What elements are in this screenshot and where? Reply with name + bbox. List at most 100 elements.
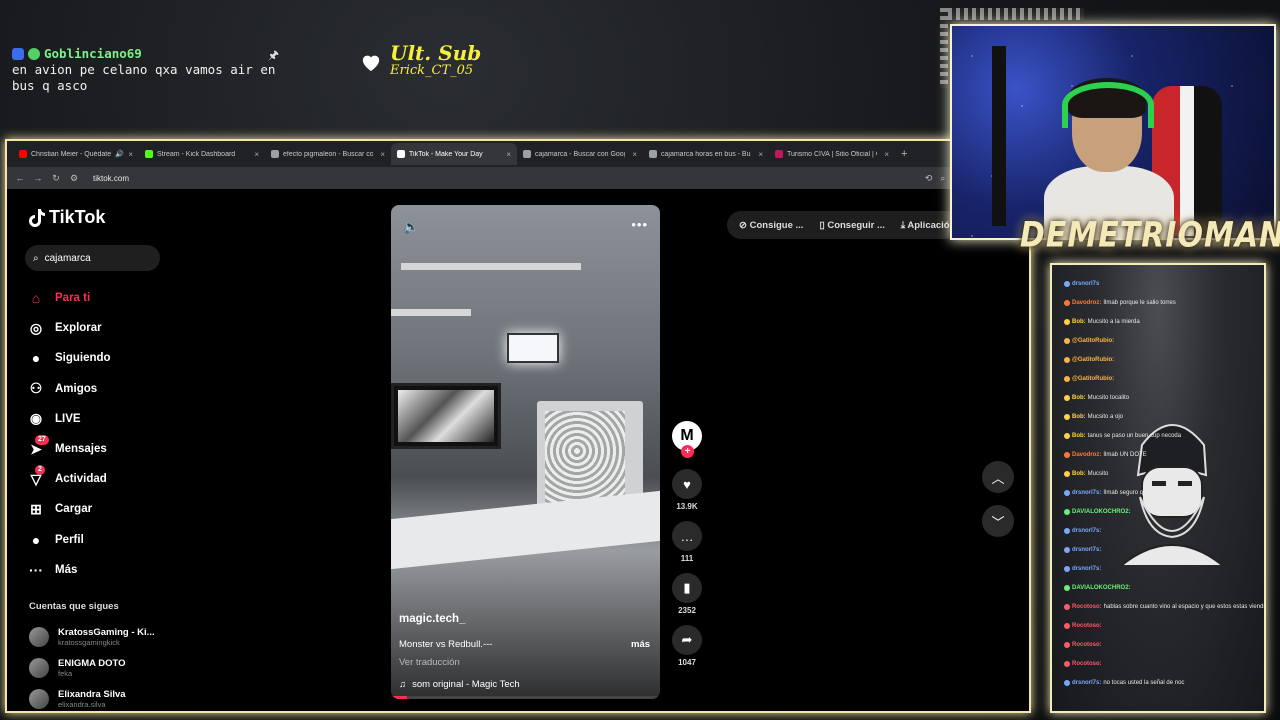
close-tab-icon[interactable]: ×	[758, 150, 763, 159]
new-tab-button[interactable]: +	[901, 148, 907, 160]
following-account[interactable]: Elixandra Silva elixandra.silva	[29, 683, 155, 711]
messages-icon: ➤ 27	[27, 435, 49, 458]
video-player[interactable]: 🔈 ••• magic.tech_ Monster vs Redbull.---…	[391, 205, 660, 699]
video-more-button[interactable]: más	[631, 639, 650, 650]
translate-link[interactable]: Ver traducción	[399, 657, 460, 668]
site-info-icon[interactable]: ⚙	[69, 173, 79, 184]
moderator-badge-icon	[12, 48, 24, 60]
tab-favicon-icon	[271, 150, 279, 158]
sidebar-item-amigos[interactable]: ⚇ Amigos	[27, 374, 111, 404]
account-name: Elixandra Silva	[58, 688, 126, 700]
chat-username: drsnorl7s:	[1072, 528, 1102, 534]
next-video-button[interactable]: ﹀	[982, 505, 1014, 537]
sidebar-item-para-ti[interactable]: ⌂ Para ti	[27, 283, 111, 313]
chat-username: Bob:	[1072, 395, 1086, 401]
follow-plus-icon[interactable]: +	[681, 445, 694, 458]
creator-avatar[interactable]: M +	[672, 421, 702, 458]
previous-video-button[interactable]: ︿	[982, 461, 1014, 493]
search-value: cajamarca	[44, 252, 91, 264]
browser-tab[interactable]: Turismo CIVA | Sitio Oficial | Co ×	[769, 143, 895, 165]
mute-icon[interactable]: 🔈	[403, 219, 419, 235]
like-button[interactable]: ♥ 13.9K	[672, 469, 702, 511]
get-app-button[interactable]: ▯ Conseguir ...	[819, 220, 884, 231]
close-tab-icon[interactable]: ×	[506, 150, 511, 159]
sidebar-item-mensajes[interactable]: ➤ 27 Mensajes	[27, 434, 111, 464]
video-description: Monster vs Redbull.---	[399, 639, 493, 650]
back-icon[interactable]: ←	[15, 173, 25, 183]
top-actions-bar: ⊘ Consigue ... ▯ Conseguir ... ⤓ Aplicac…	[727, 211, 968, 239]
get-coins-button[interactable]: ⊘ Consigue ...	[739, 220, 803, 231]
bearded-mascot-logo	[1121, 424, 1223, 565]
browser-tab[interactable]: Christian Meier - Quédate 🔊 ×	[13, 143, 139, 165]
translate-icon[interactable]: ⟲	[925, 173, 933, 184]
chat-text: Mucsito a ojo	[1087, 414, 1124, 420]
nav-glyph: ⊞	[30, 500, 42, 517]
close-tab-icon[interactable]: ×	[632, 150, 637, 159]
nav-glyph: ●	[31, 531, 41, 548]
browser-tab[interactable]: Stream - Kick Dashboard ×	[139, 143, 265, 165]
chat-username: @GatitoRubio:	[1072, 376, 1115, 382]
chat-username: @GatitoRubio:	[1072, 338, 1115, 344]
video-progress-bar[interactable]	[391, 696, 660, 699]
sidebar-item-label: Para ti	[55, 292, 91, 305]
chat-badge-icon	[1064, 376, 1070, 382]
chat-text: no tocas usted la señal de noc	[1103, 680, 1185, 686]
sidebar-item-siguiendo[interactable]: ● Siguiendo	[27, 343, 111, 373]
chat-badge-icon	[1064, 433, 1070, 439]
app-download-button[interactable]: ⤓ Aplicación	[901, 220, 956, 231]
sidebar-item-live[interactable]: ◉ LIVE	[27, 404, 111, 434]
video-sound[interactable]: ♫ som original - Magic Tech	[399, 679, 520, 690]
tab-title: TikTok - Make Your Day	[409, 150, 483, 158]
tiktok-logo[interactable]: TikTok	[29, 207, 105, 228]
close-tab-icon[interactable]: ×	[254, 150, 259, 159]
browser-tab[interactable]: TikTok - Make Your Day ×	[391, 143, 517, 165]
browser-tab[interactable]: cajamarca horas en bus - Busc ×	[643, 143, 769, 165]
last-sub-title: Ult. Sub	[390, 41, 482, 65]
nav-glyph: ⌂	[31, 290, 41, 307]
close-tab-icon[interactable]: ×	[380, 150, 385, 159]
chat-badge-icon	[1064, 661, 1070, 667]
sidebar-item-explorar[interactable]: ◎ Explorar	[27, 313, 111, 343]
chat-username: Bob:	[1072, 414, 1086, 420]
tab-favicon-icon	[775, 150, 783, 158]
sidebar-item-cargar[interactable]: ⊞ Cargar	[27, 494, 111, 524]
chevron-down-icon: ﹀	[991, 514, 1005, 530]
video-progress-fill	[391, 696, 408, 699]
mic-arm	[992, 46, 1006, 226]
chat-username: Bob:	[1072, 471, 1086, 477]
video-desk	[391, 490, 660, 570]
url-input[interactable]: tiktok.com	[93, 174, 129, 183]
tab-title: Turismo CIVA | Sitio Oficial | Co	[787, 150, 877, 158]
video-author[interactable]: magic.tech_	[399, 613, 465, 625]
reload-icon[interactable]: ↻	[51, 173, 61, 184]
video-shelf	[401, 263, 581, 270]
chat-username: Rocotoso:	[1072, 642, 1102, 648]
close-tab-icon[interactable]: ×	[884, 150, 889, 159]
following-account[interactable]: ENIGMA DOTO feka	[29, 652, 155, 683]
notification-badge: 27	[35, 435, 49, 446]
video-monitor	[391, 383, 501, 449]
save-button[interactable]: ▮ 2352	[672, 573, 702, 615]
nav-glyph: ◉	[29, 410, 43, 427]
heart-icon: ♥	[672, 469, 702, 499]
browser-tab[interactable]: efecto pigmaleon - Buscar con ×	[265, 143, 391, 165]
more-options-icon[interactable]: •••	[631, 217, 648, 232]
close-tab-icon[interactable]: ×	[128, 150, 133, 159]
zoom-icon[interactable]: ⌕	[940, 173, 945, 184]
sidebar-item-más[interactable]: ··· Más	[27, 555, 111, 585]
webcam-feed	[950, 24, 1276, 240]
chat-badge-icon	[1064, 414, 1070, 420]
browser-tab[interactable]: cajamarca - Buscar con Google ×	[517, 143, 643, 165]
comment-button[interactable]: … 111	[672, 521, 702, 563]
following-heading: Cuentas que sigues	[29, 601, 119, 612]
cam-frame-decoration	[940, 8, 1084, 20]
audio-icon[interactable]: 🔊	[115, 150, 124, 158]
sidebar-item-perfil[interactable]: ● Perfil	[27, 525, 111, 555]
forward-icon[interactable]: →	[33, 173, 43, 183]
more-icon: ···	[27, 561, 45, 579]
share-button[interactable]: ➦ 1047	[672, 625, 702, 667]
overlay-chat-text: en avion pe celano qxa vamos air en bus …	[12, 62, 276, 93]
sidebar-item-actividad[interactable]: ▽ 2 Actividad	[27, 464, 111, 494]
following-account[interactable]: KratossGaming - Ki... kratossgamingkick	[29, 621, 155, 652]
search-input[interactable]: ⌕ cajamarca	[25, 245, 160, 271]
